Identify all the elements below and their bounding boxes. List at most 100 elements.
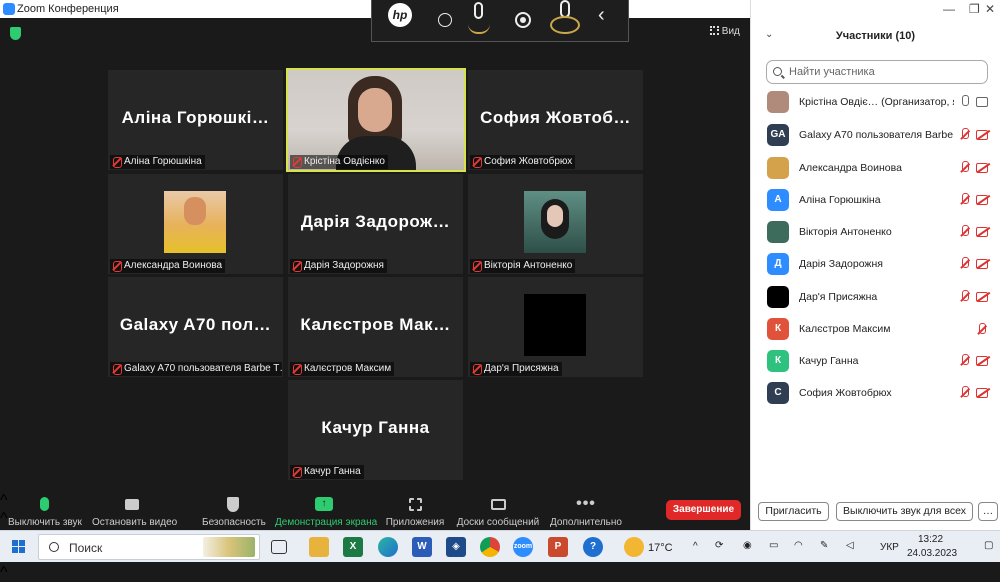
- task-view-icon[interactable]: [271, 540, 287, 554]
- video-camera-icon[interactable]: [976, 96, 991, 107]
- microphone-muted-icon[interactable]: [959, 128, 971, 141]
- participant-row[interactable]: Дар'я Присяжна: [767, 285, 997, 309]
- end-meeting-button[interactable]: Завершение: [666, 500, 741, 520]
- zoom-taskbar-icon[interactable]: zoom: [513, 537, 533, 557]
- avatar: GA: [767, 124, 789, 146]
- wifi-icon[interactable]: ◠: [794, 540, 803, 551]
- sync-icon[interactable]: ⟳: [715, 540, 723, 551]
- tile-name-label: Александра Воинова: [110, 259, 226, 273]
- clock-date[interactable]: 24.03.2023: [907, 548, 957, 559]
- pen-icon[interactable]: ✎: [820, 540, 828, 551]
- tile-display-name: София Жовтоб…: [480, 108, 631, 127]
- video-tile[interactable]: Вікторія Антоненко: [468, 174, 643, 274]
- video-tile[interactable]: Аліна Горюшкі… Аліна Горюшкіна: [108, 70, 283, 170]
- show-hidden-icons-icon[interactable]: ^: [693, 541, 698, 552]
- video-tile[interactable]: София Жовтоб… София Жовтобрюх: [468, 70, 643, 170]
- file-explorer-icon[interactable]: [309, 537, 329, 557]
- battery-icon[interactable]: ▭: [769, 540, 778, 551]
- participant-search-input[interactable]: Найти участника: [766, 60, 988, 84]
- mute-button[interactable]: Выключить звук: [8, 494, 82, 528]
- windows-start-icon[interactable]: [12, 540, 26, 554]
- volume-icon[interactable]: ◁: [846, 540, 854, 551]
- participant-row[interactable]: Д Дарія Задорожня: [767, 252, 997, 276]
- video-off-icon[interactable]: [976, 129, 991, 140]
- invite-button[interactable]: Пригласить: [758, 502, 829, 521]
- language-indicator[interactable]: УКР: [880, 542, 899, 553]
- participant-row[interactable]: GA Galaxy A70 пользователя Barbe…: [767, 123, 997, 147]
- tile-name-label: Дар'я Присяжна: [470, 362, 562, 376]
- video-off-icon[interactable]: [976, 387, 991, 398]
- security-button[interactable]: Безопасность: [202, 494, 266, 528]
- video-off-icon[interactable]: [976, 291, 991, 302]
- close-icon[interactable]: ✕: [985, 2, 995, 16]
- whiteboards-options-caret-icon[interactable]: ^: [0, 564, 750, 582]
- share-screen-icon: ↑: [315, 497, 333, 511]
- video-tile[interactable]: Калєстров Мак… Калєстров Максим: [288, 277, 463, 377]
- record-dot-icon[interactable]: [515, 12, 531, 28]
- powerpoint-icon[interactable]: P: [548, 537, 568, 557]
- whiteboards-button[interactable]: Доски сообщений: [456, 494, 540, 528]
- weather-icon[interactable]: [624, 537, 644, 557]
- participants-panel: — ❐ ✕ ⌄ Участники (10) Найти участника К…: [750, 0, 1000, 530]
- microphone-muted-icon[interactable]: [959, 161, 971, 174]
- weather-temperature[interactable]: 17°C: [648, 542, 673, 554]
- microphone-muted-icon[interactable]: [959, 257, 971, 270]
- video-off-icon[interactable]: [976, 258, 991, 269]
- share-screen-button[interactable]: ↑ Демонстрация экрана: [275, 494, 377, 528]
- mute-all-button[interactable]: Выключить звук для всех: [836, 502, 973, 521]
- video-tile-active-speaker[interactable]: Крістіна Овдієнко: [286, 68, 466, 172]
- microphone-icon[interactable]: [468, 2, 490, 36]
- tile-name-label: София Жовтобрюх: [470, 155, 576, 169]
- participant-row[interactable]: К Калєстров Максим: [767, 317, 997, 341]
- taskbar-search-input[interactable]: Поиск: [38, 534, 260, 560]
- more-button[interactable]: ••• Дополнительно: [549, 494, 623, 528]
- video-off-icon[interactable]: [976, 355, 991, 366]
- maximize-icon[interactable]: ❐: [969, 2, 980, 16]
- microphone-muted-icon[interactable]: [959, 290, 971, 303]
- participant-row[interactable]: Вікторія Антоненко: [767, 220, 997, 244]
- participant-row[interactable]: А Аліна Горюшкіна: [767, 188, 997, 212]
- participant-row[interactable]: Александра Воинова: [767, 156, 997, 180]
- video-off-icon[interactable]: [976, 162, 991, 173]
- video-tile[interactable]: Galaxy A70 пол… Galaxy A70 пользователя …: [108, 277, 283, 377]
- video-tile[interactable]: Дар'я Присяжна: [468, 277, 643, 377]
- tile-name-label: Вікторія Антоненко: [470, 259, 576, 273]
- video-tile[interactable]: Дарія Задорож… Дарія Задорожня: [288, 174, 463, 274]
- chevron-left-icon[interactable]: ‹: [598, 4, 605, 27]
- microphone-muted-icon[interactable]: [959, 193, 971, 206]
- video-tile[interactable]: Качур Ганна Качур Ганна: [288, 380, 463, 480]
- participant-row[interactable]: С София Жовтобрюх: [767, 381, 997, 405]
- edge-browser-icon[interactable]: [378, 537, 398, 557]
- apps-button[interactable]: Приложения: [385, 494, 445, 528]
- minimize-icon[interactable]: —: [943, 2, 955, 16]
- microphone-muted-icon[interactable]: [959, 225, 971, 238]
- help-icon[interactable]: ?: [583, 537, 603, 557]
- microphone-muted-icon[interactable]: [959, 386, 971, 399]
- notifications-icon[interactable]: ▢: [984, 540, 993, 551]
- chrome-icon[interactable]: [480, 537, 500, 557]
- video-tile[interactable]: Александра Воинова: [108, 174, 283, 274]
- security-shield-icon[interactable]: [10, 27, 21, 40]
- avatar: А: [767, 189, 789, 211]
- clock-time[interactable]: 13:22: [918, 534, 943, 545]
- microphone-muted-icon[interactable]: [959, 354, 971, 367]
- video-off-icon[interactable]: [976, 226, 991, 237]
- participant-row[interactable]: Крістіна Овдіє… (Организатор, я): [767, 90, 997, 114]
- avatar: [767, 91, 789, 113]
- avatar: С: [767, 382, 789, 404]
- tile-name-label: Дарія Задорожня: [290, 259, 387, 273]
- view-button[interactable]: Вид: [710, 26, 740, 37]
- stop-video-button[interactable]: Остановить видео: [92, 494, 177, 528]
- microphone-muted-icon[interactable]: [976, 323, 991, 334]
- record-circle-icon[interactable]: [438, 13, 452, 27]
- microphone-active-icon[interactable]: [548, 0, 582, 38]
- hp-tray-icon[interactable]: ◉: [743, 540, 752, 551]
- microphone-icon[interactable]: [959, 95, 971, 108]
- participant-row[interactable]: К Качур Ганна: [767, 349, 997, 373]
- panel-more-button[interactable]: …: [978, 502, 998, 521]
- defender-icon[interactable]: ◈: [446, 537, 466, 557]
- participant-name: Крістіна Овдіє… (Организатор, я): [799, 96, 954, 108]
- word-icon[interactable]: W: [412, 537, 432, 557]
- video-off-icon[interactable]: [976, 194, 991, 205]
- excel-icon[interactable]: X: [343, 537, 363, 557]
